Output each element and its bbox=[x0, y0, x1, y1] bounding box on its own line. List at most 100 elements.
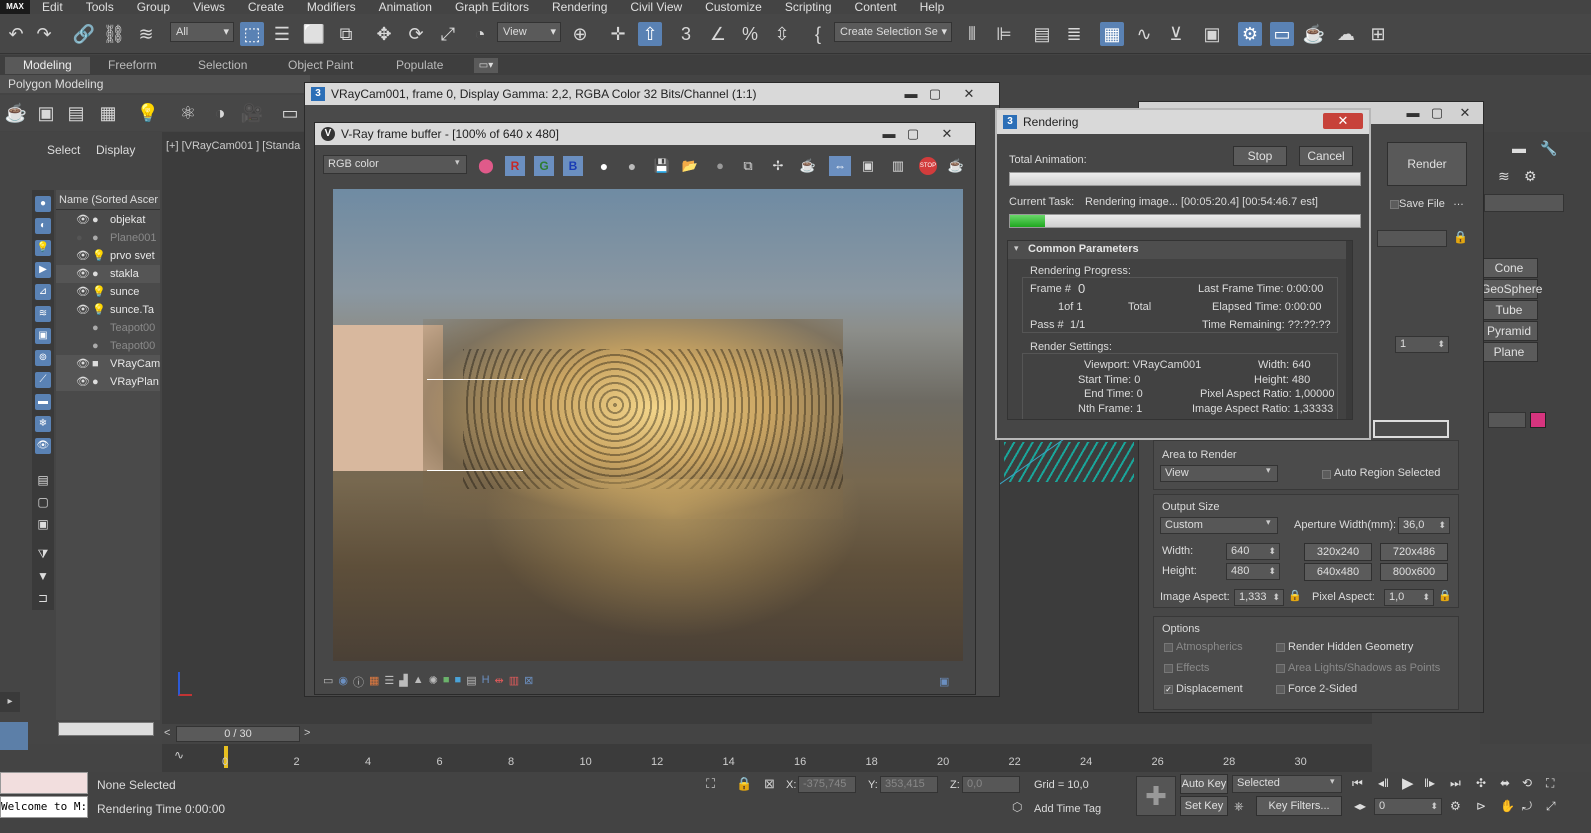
tab-modeling[interactable]: Modeling bbox=[5, 57, 90, 74]
stop-button[interactable]: Stop bbox=[1233, 146, 1287, 166]
set-key-button[interactable]: Set Key bbox=[1180, 796, 1228, 816]
teapot-icon[interactable]: ☕ bbox=[4, 101, 28, 125]
light-filter-icon[interactable]: 💡 bbox=[35, 240, 51, 256]
highlight-field[interactable] bbox=[1373, 420, 1449, 438]
image-aspect-lock-icon[interactable]: 🔒 bbox=[1288, 589, 1302, 602]
lut-icon[interactable]: ■ bbox=[455, 674, 462, 690]
maxscript-mini-listener[interactable] bbox=[0, 772, 88, 794]
history-icon[interactable]: ▥ bbox=[889, 157, 907, 175]
filter-icon[interactable]: ▼ bbox=[35, 568, 51, 584]
histogram-icon[interactable]: ▟ bbox=[399, 674, 407, 690]
time-config-icon[interactable]: ⚙ bbox=[1450, 799, 1461, 813]
list-item[interactable]: 👁 ■ VRayCam bbox=[56, 355, 160, 373]
undo-icon[interactable]: ↶ bbox=[4, 22, 28, 46]
grid-icon[interactable]: ▦ bbox=[96, 101, 120, 125]
list-item[interactable]: 👁 ● objekat bbox=[56, 211, 160, 229]
percent-snap-icon[interactable]: % bbox=[738, 22, 762, 46]
atmospherics-checkbox[interactable] bbox=[1164, 643, 1173, 652]
preset-800x600-button[interactable]: 800x600 bbox=[1380, 563, 1448, 581]
close-icon[interactable]: ✕ bbox=[957, 86, 981, 102]
maximize-icon[interactable]: ▢ bbox=[923, 86, 947, 102]
render-in-cloud-icon[interactable]: ⊞ bbox=[1366, 22, 1390, 46]
menu-scripting[interactable]: Scripting bbox=[773, 0, 843, 14]
aperture-spinner[interactable]: 36,0 bbox=[1398, 517, 1450, 534]
add-time-tag[interactable]: Add Time Tag bbox=[1034, 803, 1101, 815]
track-mouse-icon[interactable]: ✢ bbox=[769, 157, 787, 175]
key-mode-icon[interactable]: ⎈ bbox=[1234, 799, 1244, 814]
sphere-icon[interactable]: ◑ bbox=[208, 101, 232, 125]
menu-create[interactable]: Create bbox=[236, 0, 295, 14]
area-dropdown[interactable]: View bbox=[1160, 465, 1278, 482]
visibility-eye-icon[interactable]: ● bbox=[76, 229, 83, 247]
filter-combo-icon[interactable]: ⧩ bbox=[35, 546, 51, 562]
list-item[interactable]: 👁 💡 prvo svet bbox=[56, 247, 160, 265]
auto-region-checkbox[interactable] bbox=[1322, 470, 1331, 479]
object-color-swatch[interactable] bbox=[1530, 412, 1546, 428]
green-channel-button[interactable]: G bbox=[534, 156, 554, 176]
play-icon[interactable]: ▶ bbox=[1402, 774, 1414, 792]
category-dropdown[interactable] bbox=[1484, 194, 1564, 212]
spinner-snap-icon[interactable]: ⇳ bbox=[770, 22, 794, 46]
systems-icon[interactable]: ⚙ bbox=[1524, 168, 1537, 185]
fov-icon[interactable]: ⊳ bbox=[1476, 799, 1486, 813]
ribbon-toggle-icon[interactable]: ▦ bbox=[1100, 22, 1124, 46]
output-preset-dropdown[interactable]: Custom bbox=[1160, 517, 1278, 534]
cone-button[interactable]: Cone bbox=[1480, 258, 1538, 278]
visibility-eye-icon[interactable]: 👁 bbox=[76, 355, 90, 373]
render-production-icon[interactable]: ☕ bbox=[1302, 22, 1326, 46]
previous-frame-icon[interactable]: ◂‖ bbox=[1378, 776, 1389, 790]
height-spinner[interactable]: 480 bbox=[1226, 563, 1280, 580]
stop-render-icon[interactable]: STOP bbox=[919, 157, 937, 175]
app-logo[interactable]: MAX bbox=[0, 0, 30, 14]
list-item[interactable]: 👁 💡 sunce.Ta bbox=[56, 301, 160, 319]
auto-key-button[interactable]: Auto Key bbox=[1180, 774, 1228, 794]
menu-rendering[interactable]: Rendering bbox=[540, 0, 618, 14]
h-icon[interactable]: H bbox=[482, 674, 490, 690]
orbit-subobject-icon[interactable]: ⤾ bbox=[1522, 799, 1532, 814]
camera-icon[interactable]: 🎥 bbox=[240, 101, 264, 125]
red-channel-button[interactable]: R bbox=[505, 156, 525, 176]
move-icon[interactable]: ✥ bbox=[372, 22, 396, 46]
polygon-modeling-label[interactable]: Polygon Modeling bbox=[8, 77, 103, 91]
list-item[interactable]: ● Teapot00 bbox=[56, 337, 160, 355]
menu-animation[interactable]: Animation bbox=[367, 0, 443, 14]
render-icon[interactable]: ☕ bbox=[947, 157, 965, 175]
unlink-icon[interactable]: ⛓ bbox=[102, 22, 126, 46]
window-crossing-icon[interactable]: ⧉ bbox=[334, 22, 358, 46]
geometry-filter-icon[interactable]: ● bbox=[35, 196, 51, 212]
maximize-viewport-icon[interactable]: ⤢ bbox=[1546, 799, 1556, 814]
selected-dropdown[interactable]: Selected bbox=[1232, 775, 1342, 793]
color-correction-icon[interactable]: ◉ bbox=[338, 674, 348, 690]
frame-icon[interactable]: ▭ bbox=[323, 674, 333, 690]
plane-button[interactable]: Plane bbox=[1480, 342, 1538, 362]
menu-group[interactable]: Group bbox=[125, 0, 181, 14]
fx-icon[interactable]: ⚛ bbox=[176, 101, 200, 125]
frozen-filter-icon[interactable]: ❄ bbox=[35, 416, 51, 432]
minimize-icon[interactable]: ▬ bbox=[899, 86, 923, 102]
list-horizontal-scrollbar[interactable] bbox=[58, 722, 154, 736]
time-slider[interactable]: 0 / 30 bbox=[176, 726, 300, 742]
helper-filter-icon[interactable]: ⊿ bbox=[35, 284, 51, 300]
redo-icon[interactable]: ↷ bbox=[32, 22, 56, 46]
menu-civil-view[interactable]: Civil View bbox=[618, 0, 693, 14]
region-icon[interactable]: ⊠ bbox=[524, 674, 533, 690]
folder-icon[interactable]: ⊐ bbox=[35, 590, 51, 606]
frame-icon[interactable]: ▭ bbox=[278, 101, 302, 125]
close-icon[interactable]: ✕ bbox=[1453, 105, 1477, 121]
list-item[interactable]: 👁 💡 sunce bbox=[56, 283, 160, 301]
y-coordinate-field[interactable]: 353,415 bbox=[880, 776, 938, 793]
list-item[interactable]: ● Teapot00 bbox=[56, 319, 160, 337]
save-file-browse-icon[interactable]: … bbox=[1453, 196, 1464, 208]
tab-select[interactable]: Select bbox=[47, 143, 80, 157]
rendered-image[interactable] bbox=[333, 189, 963, 661]
go-to-end-icon[interactable]: ⏭ bbox=[1450, 776, 1461, 791]
list-item[interactable]: ● ● Plane001 bbox=[56, 229, 160, 247]
curve-icon[interactable]: ∿ bbox=[174, 748, 184, 762]
rollout-header[interactable]: ▾ Common Parameters bbox=[1008, 241, 1352, 259]
visibility-eye-icon[interactable]: 👁 bbox=[76, 373, 90, 391]
menu-views[interactable]: Views bbox=[181, 0, 236, 14]
render-setup-icon[interactable]: ⚙ bbox=[1238, 22, 1262, 46]
list-icon[interactable]: ▤ bbox=[64, 101, 88, 125]
alpha-channel-icon[interactable]: ● bbox=[595, 157, 613, 175]
name-field[interactable] bbox=[1488, 412, 1526, 428]
